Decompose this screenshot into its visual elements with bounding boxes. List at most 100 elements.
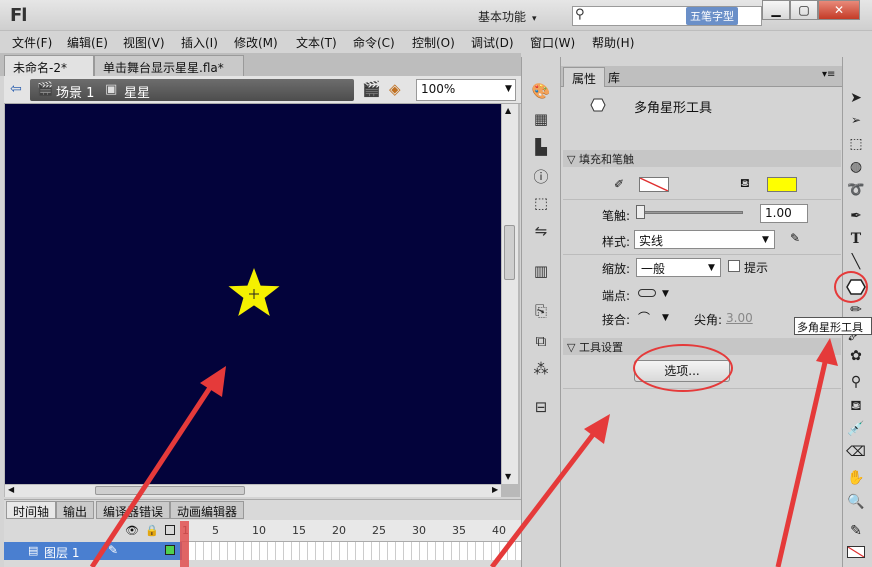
subselection-tool-icon[interactable]: ➢ [845, 113, 867, 133]
menu-window[interactable]: 窗口(W) [530, 34, 575, 51]
scroll-left-icon[interactable]: ◀ [8, 485, 14, 494]
search-icon: ⚲ [575, 7, 585, 22]
lasso-icon[interactable]: ➰ [845, 182, 867, 202]
section-fill-stroke[interactable]: ▽ 填充和笔触 [563, 150, 841, 167]
annotation-ellipse [834, 271, 868, 303]
components-icon[interactable]: ⧉ [530, 332, 552, 352]
swatches-icon[interactable]: ▦ [530, 110, 552, 130]
stroke-color-icon[interactable]: ✎ [845, 523, 867, 543]
hand-tool-icon[interactable]: ✋ [845, 470, 867, 490]
fill-color-icon[interactable] [847, 546, 865, 558]
menu-control[interactable]: 控制(O) [412, 34, 455, 51]
info-icon[interactable]: ⓘ [530, 166, 552, 186]
scroll-thumb[interactable] [504, 225, 515, 280]
minimize-button[interactable]: ▁ [762, 0, 790, 20]
motion-presets-icon[interactable]: ⁂ [530, 360, 552, 380]
scroll-thumb[interactable] [95, 486, 245, 495]
breadcrumb-scene[interactable]: 场景 1 [56, 82, 94, 101]
library-icon[interactable]: ▥ [530, 262, 552, 282]
eraser-icon[interactable]: ⌫ [845, 444, 867, 464]
menu-modify[interactable]: 修改(M) [234, 34, 278, 51]
hint-checkbox[interactable] [728, 260, 740, 272]
actions-icon[interactable]: ⎘ [530, 302, 552, 322]
style-select[interactable]: 实线 [634, 230, 775, 249]
horizontal-scrollbar[interactable] [5, 484, 501, 497]
playhead[interactable] [180, 521, 189, 567]
3d-rotation-icon[interactable]: ◍ [845, 159, 867, 179]
tooltip: 多角星形工具 [794, 317, 872, 335]
zoom-tool-icon[interactable]: 🔍 [845, 494, 867, 514]
menu-text[interactable]: 文本(T) [296, 34, 337, 51]
menu-insert[interactable]: 插入(I) [181, 34, 218, 51]
zoom-select[interactable]: 100% [416, 79, 516, 101]
frame-ruler[interactable] [180, 520, 521, 542]
color-icon[interactable]: 🎨 [530, 82, 552, 102]
tab-properties[interactable]: 属性 [563, 67, 606, 87]
tab-library[interactable]: 库 [600, 67, 628, 87]
slider-thumb[interactable] [636, 205, 645, 219]
tab-compiler-errors[interactable]: 编译器错误 [96, 501, 171, 519]
watermark-badge: 五笔字型 [686, 7, 738, 25]
paint-bucket-icon[interactable]: ⛾ [845, 398, 867, 418]
edit-stroke-style-icon[interactable]: ✎ [790, 231, 800, 245]
star-shape[interactable] [226, 266, 282, 320]
stroke-color-swatch[interactable] [639, 177, 669, 192]
miter-value[interactable]: 3.00 [726, 311, 753, 325]
join-icon[interactable]: ⌒ [638, 309, 650, 326]
symbol-icon: ▣ [105, 82, 118, 97]
edit-symbol-icon[interactable]: ◈ [389, 80, 401, 98]
zoom-value: 100% [421, 82, 456, 96]
deco-tool-icon[interactable]: ✿ [845, 348, 867, 368]
menu-debug[interactable]: 调试(D) [471, 34, 514, 51]
selection-tool-icon[interactable]: ➤ [845, 90, 867, 110]
workspace-switcher[interactable]: 基本功能 ▾ [478, 8, 537, 25]
frame-number: 20 [332, 524, 346, 537]
divider [563, 254, 841, 255]
chevron-down-icon[interactable]: ▼ [662, 289, 669, 299]
tab-timeline[interactable]: 时间轴 [6, 501, 57, 519]
close-window-button[interactable]: ✕ [818, 0, 860, 20]
workspace-label: 基本功能 [478, 10, 527, 24]
menu-view[interactable]: 视图(V) [123, 34, 165, 51]
breadcrumb-symbol[interactable]: 星星 [124, 82, 150, 101]
scroll-right-icon[interactable]: ▶ [492, 485, 498, 494]
tab-motion-editor[interactable]: 动画编辑器 [170, 501, 245, 519]
chevron-down-icon[interactable]: ▼ [662, 313, 669, 323]
menu-commands[interactable]: 命令(C) [353, 34, 395, 51]
eyedropper-icon[interactable]: 💉 [845, 421, 867, 441]
text-tool-icon[interactable]: T [845, 231, 867, 251]
tab-label: 未命名-2* [13, 61, 67, 75]
layer-name[interactable]: 图层 1 [44, 544, 79, 561]
scene-icon[interactable]: ⇋ [530, 222, 552, 242]
free-transform-icon[interactable]: ⬚ [845, 136, 867, 156]
tab-output[interactable]: 输出 [56, 501, 95, 519]
cap-icon[interactable] [638, 289, 656, 297]
maximize-button[interactable]: ▢ [790, 0, 818, 20]
scroll-up-icon[interactable]: ▲ [505, 106, 511, 115]
movie-explorer-icon[interactable]: ⊟ [530, 398, 552, 418]
bone-tool-icon[interactable]: ⚲ [845, 374, 867, 394]
menu-help[interactable]: 帮助(H) [592, 34, 634, 51]
back-arrow-icon[interactable]: ⇦ [10, 81, 22, 97]
tab-untitled-2[interactable]: 未命名-2* × [4, 55, 94, 90]
vertical-scrollbar[interactable] [501, 104, 518, 484]
outline-icon[interactable] [165, 525, 175, 535]
style-label: 样式: [602, 235, 631, 249]
hint-label: 提示 [744, 261, 769, 275]
menu-edit[interactable]: 编辑(E) [67, 34, 108, 51]
panel-menu-icon[interactable]: ▾≡ [822, 69, 835, 80]
layer-color-icon[interactable] [165, 545, 175, 555]
eye-icon[interactable]: 👁 [125, 524, 139, 537]
scroll-down-icon[interactable]: ▼ [505, 472, 511, 481]
edit-scene-icon[interactable]: 🎬 [362, 80, 381, 98]
stroke-width-input[interactable]: 1.00 [760, 204, 808, 223]
fill-color-swatch[interactable] [767, 177, 797, 192]
align-icon[interactable]: ▙ [530, 138, 552, 158]
pen-tool-icon[interactable]: ✒ [845, 208, 867, 228]
frame-cells[interactable] [188, 542, 521, 560]
menu-file[interactable]: 文件(F) [12, 34, 52, 51]
stroke-slider[interactable] [638, 211, 743, 214]
lock-icon[interactable]: 🔒 [145, 524, 159, 537]
tab-star-fla[interactable]: 单击舞台显示星星.fla* × [94, 55, 244, 90]
transform-icon[interactable]: ⬚ [530, 194, 552, 214]
